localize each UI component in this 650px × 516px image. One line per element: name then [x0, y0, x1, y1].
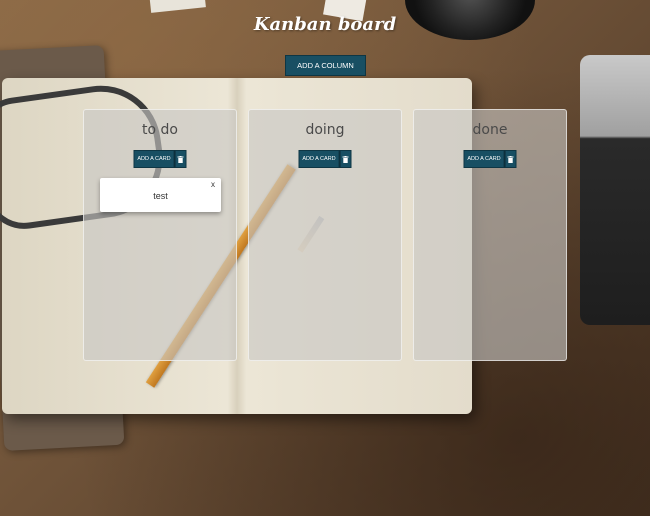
column-actions: ADD A CARD — [298, 150, 352, 168]
column-title: doing — [305, 122, 345, 138]
column-done: done ADD A CARD — [413, 109, 567, 361]
delete-card-button[interactable]: x — [211, 180, 215, 189]
column-to-do: to do ADD A CARD x test — [83, 109, 237, 361]
column-actions: ADD A CARD — [133, 150, 187, 168]
add-card-button[interactable]: ADD A CARD — [298, 150, 340, 168]
add-card-button[interactable]: ADD A CARD — [133, 150, 175, 168]
add-card-button[interactable]: ADD A CARD — [463, 150, 505, 168]
column-actions: ADD A CARD — [463, 150, 517, 168]
trash-icon — [342, 155, 349, 163]
add-column-button[interactable]: ADD A COLUMN — [285, 55, 366, 76]
trash-icon — [507, 155, 514, 163]
camera — [580, 55, 650, 325]
column-title: to do — [142, 122, 178, 138]
page-title: Kanban board — [253, 14, 397, 35]
paper-scrap — [149, 0, 206, 13]
column-title: done — [472, 122, 508, 138]
card[interactable]: x test — [100, 178, 221, 212]
card-text: test — [153, 191, 168, 201]
trash-icon — [177, 155, 184, 163]
delete-column-button[interactable] — [339, 150, 352, 168]
delete-column-button[interactable] — [504, 150, 517, 168]
delete-column-button[interactable] — [174, 150, 187, 168]
column-doing: doing ADD A CARD — [248, 109, 402, 361]
